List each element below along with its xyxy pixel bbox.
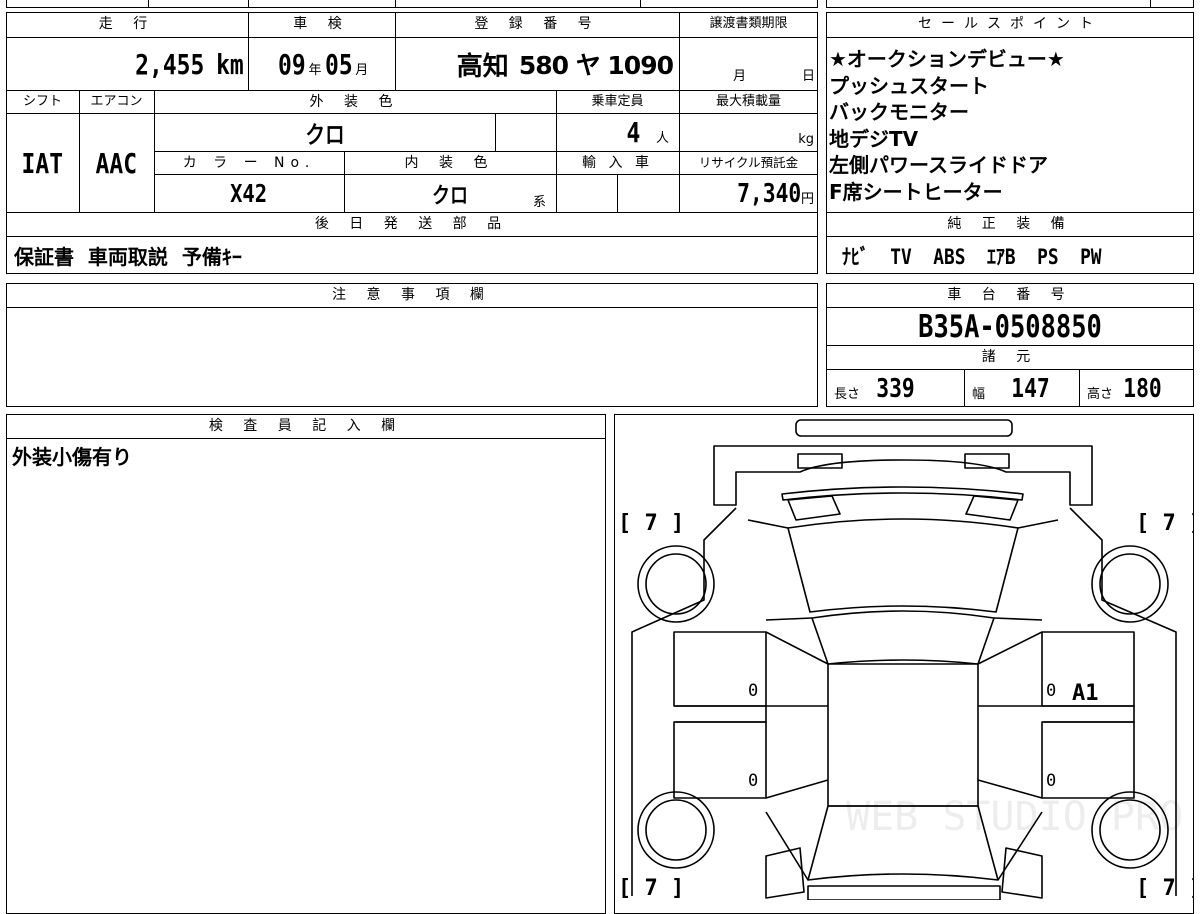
interior-color-value: クロ xyxy=(431,183,469,209)
recycle-unit: 円 xyxy=(800,192,814,207)
spec-length: 長さ 339 xyxy=(834,370,919,407)
inspection-year-unit: 年 xyxy=(308,62,322,78)
tire-label-rear-right: [ 7 ] xyxy=(1136,876,1194,900)
interior-color-cell: クロ xyxy=(344,175,556,212)
shift-header: シフト xyxy=(22,94,62,109)
spec-height-label: 高さ xyxy=(1087,387,1114,402)
shift-value-cell: IAT xyxy=(6,114,79,212)
genuine-equipment-header: 純 正 装 備 xyxy=(947,216,1073,232)
inspection-header: 車 検 xyxy=(293,16,350,32)
tire-label-rear-left: [ 7 ] xyxy=(618,876,684,900)
recycle-header: リサイクル預託金 xyxy=(698,155,799,170)
spec-height-value: 180 xyxy=(1123,373,1162,404)
sales-point-item: ★オークションデビュー★ xyxy=(829,47,1065,71)
registration-value-cell: 高知 580 ヤ 1090 xyxy=(395,38,679,90)
sales-point-item: 左側パワースライドドア xyxy=(829,153,1048,177)
aircon-value-cell: AAC xyxy=(79,114,154,212)
registration-number: 580 ヤ 1090 xyxy=(518,51,674,80)
later-parts-header: 後 日 発 送 部 品 xyxy=(314,216,510,232)
chassis-number-cell: B35A-0508850 xyxy=(826,308,1194,345)
color-no-value: X42 xyxy=(230,179,268,208)
max-load-unit: kg xyxy=(798,132,814,147)
top-strip-right xyxy=(826,0,1194,8)
later-parts-value: 保証書 車両取説 予備ｷｰ xyxy=(14,245,242,269)
deadline-month-unit: 月 xyxy=(733,69,747,84)
notes-header: 注 意 事 項 欄 xyxy=(332,287,492,303)
exterior-color-header: 外 装 色 xyxy=(309,94,401,110)
sales-point-item: バックモニター xyxy=(829,100,969,124)
transfer-deadline-header: 譲渡書類期限 xyxy=(709,16,788,31)
mileage-unit: km xyxy=(216,47,244,81)
interior-color-header: 内 装 色 xyxy=(404,155,496,171)
deadline-day-unit: 日 xyxy=(802,69,816,84)
mileage-header: 走 行 xyxy=(98,16,156,32)
front-panel xyxy=(713,445,1093,506)
mileage-value-cell: 2,455 km xyxy=(6,38,248,90)
chassis-header: 車 台 番 号 xyxy=(947,287,1073,303)
capacity-value: 4 xyxy=(626,116,641,149)
max-load-header: 最大積載量 xyxy=(715,94,781,109)
inspection-month-unit: 月 xyxy=(355,62,369,78)
windshield xyxy=(787,518,1019,613)
inspector-comment: 外装小傷有り xyxy=(12,445,132,469)
recycle-value: 7,340 xyxy=(736,178,801,209)
inspector-header: 検 査 員 記 入 欄 xyxy=(208,418,404,434)
capacity-unit: 人 xyxy=(655,131,669,146)
sales-points-list: ★オークションデビュー★ プッシュスタート バックモニター 地デジTV 左側パワ… xyxy=(829,46,1191,205)
mileage-value: 2,455 xyxy=(135,47,205,81)
spec-length-value: 339 xyxy=(876,373,915,404)
exterior-color-cell: クロ xyxy=(154,114,495,151)
sales-point-item: プッシュスタート xyxy=(829,73,989,98)
color-no-cell: X42 xyxy=(154,175,344,212)
inspector-box xyxy=(6,414,606,914)
watermark: WEB STUDIO PRO xyxy=(846,794,1183,840)
wheel-front-left xyxy=(637,545,715,623)
registration-region: 高知 xyxy=(456,51,509,82)
chassis-number: B35A-0508850 xyxy=(918,308,1102,345)
deadline-value-cell: 月 日 xyxy=(679,38,818,90)
sales-point-item: F席シートヒーター xyxy=(829,179,1003,204)
inspection-value-cell: 09 年 05 月 xyxy=(248,38,395,90)
aircon-header: エアコン xyxy=(90,94,143,109)
sales-point-item: 地デジTV xyxy=(829,126,919,151)
damage-code: A1 xyxy=(1072,681,1099,706)
recycle-cell: 7,340 円 xyxy=(679,175,818,212)
color-no-header: カ ラ ー No. xyxy=(182,155,316,171)
wheel-front-right xyxy=(1091,545,1169,623)
genuine-equipment-value: ﾅﾋﾞ TV ABS ｴｱB PS PW xyxy=(842,244,1102,269)
cabin xyxy=(827,663,979,807)
zero-mark: 0 xyxy=(748,681,758,701)
top-strip xyxy=(6,0,818,8)
zero-mark: 0 xyxy=(748,771,758,791)
spec-width-value: 147 xyxy=(1011,373,1050,404)
capacity-cell: 4 人 xyxy=(556,114,679,151)
zero-mark: 0 xyxy=(1046,771,1056,791)
aircon-value: AAC xyxy=(95,146,138,180)
shift-value: IAT xyxy=(21,146,64,180)
registration-header: 登 録 番 号 xyxy=(474,16,600,32)
spec-width: 幅 147 xyxy=(972,370,1054,407)
spec-width-label: 幅 xyxy=(972,387,986,402)
car-diagram: [ 7 ] [ 7 ] [ 7 ] [ 7 ] 0 0 0 0 A1 WEB S… xyxy=(618,419,1194,900)
spec-height: 高さ 180 xyxy=(1087,370,1166,407)
import-header: 輸 入 車 xyxy=(582,155,653,171)
zero-mark: 0 xyxy=(1046,681,1056,701)
interior-color-suffix: 系 xyxy=(533,195,547,210)
wheel-rear-left xyxy=(637,791,715,869)
tire-label-front-left: [ 7 ] xyxy=(618,511,684,536)
inspection-month: 05 xyxy=(324,47,353,81)
capacity-header: 乗車定員 xyxy=(591,94,644,109)
max-load-cell: kg xyxy=(679,114,818,151)
front-bumper xyxy=(795,419,1013,437)
sales-points-header: セールスポイント xyxy=(918,16,1102,32)
specs-header: 諸 元 xyxy=(981,349,1039,365)
tire-label-front-right: [ 7 ] xyxy=(1136,511,1194,536)
inspection-year: 09 xyxy=(277,47,306,81)
rear-bumper xyxy=(807,885,1001,900)
roof xyxy=(811,610,995,665)
spec-length-label: 長さ xyxy=(834,387,861,402)
exterior-color-value: クロ xyxy=(304,121,345,149)
